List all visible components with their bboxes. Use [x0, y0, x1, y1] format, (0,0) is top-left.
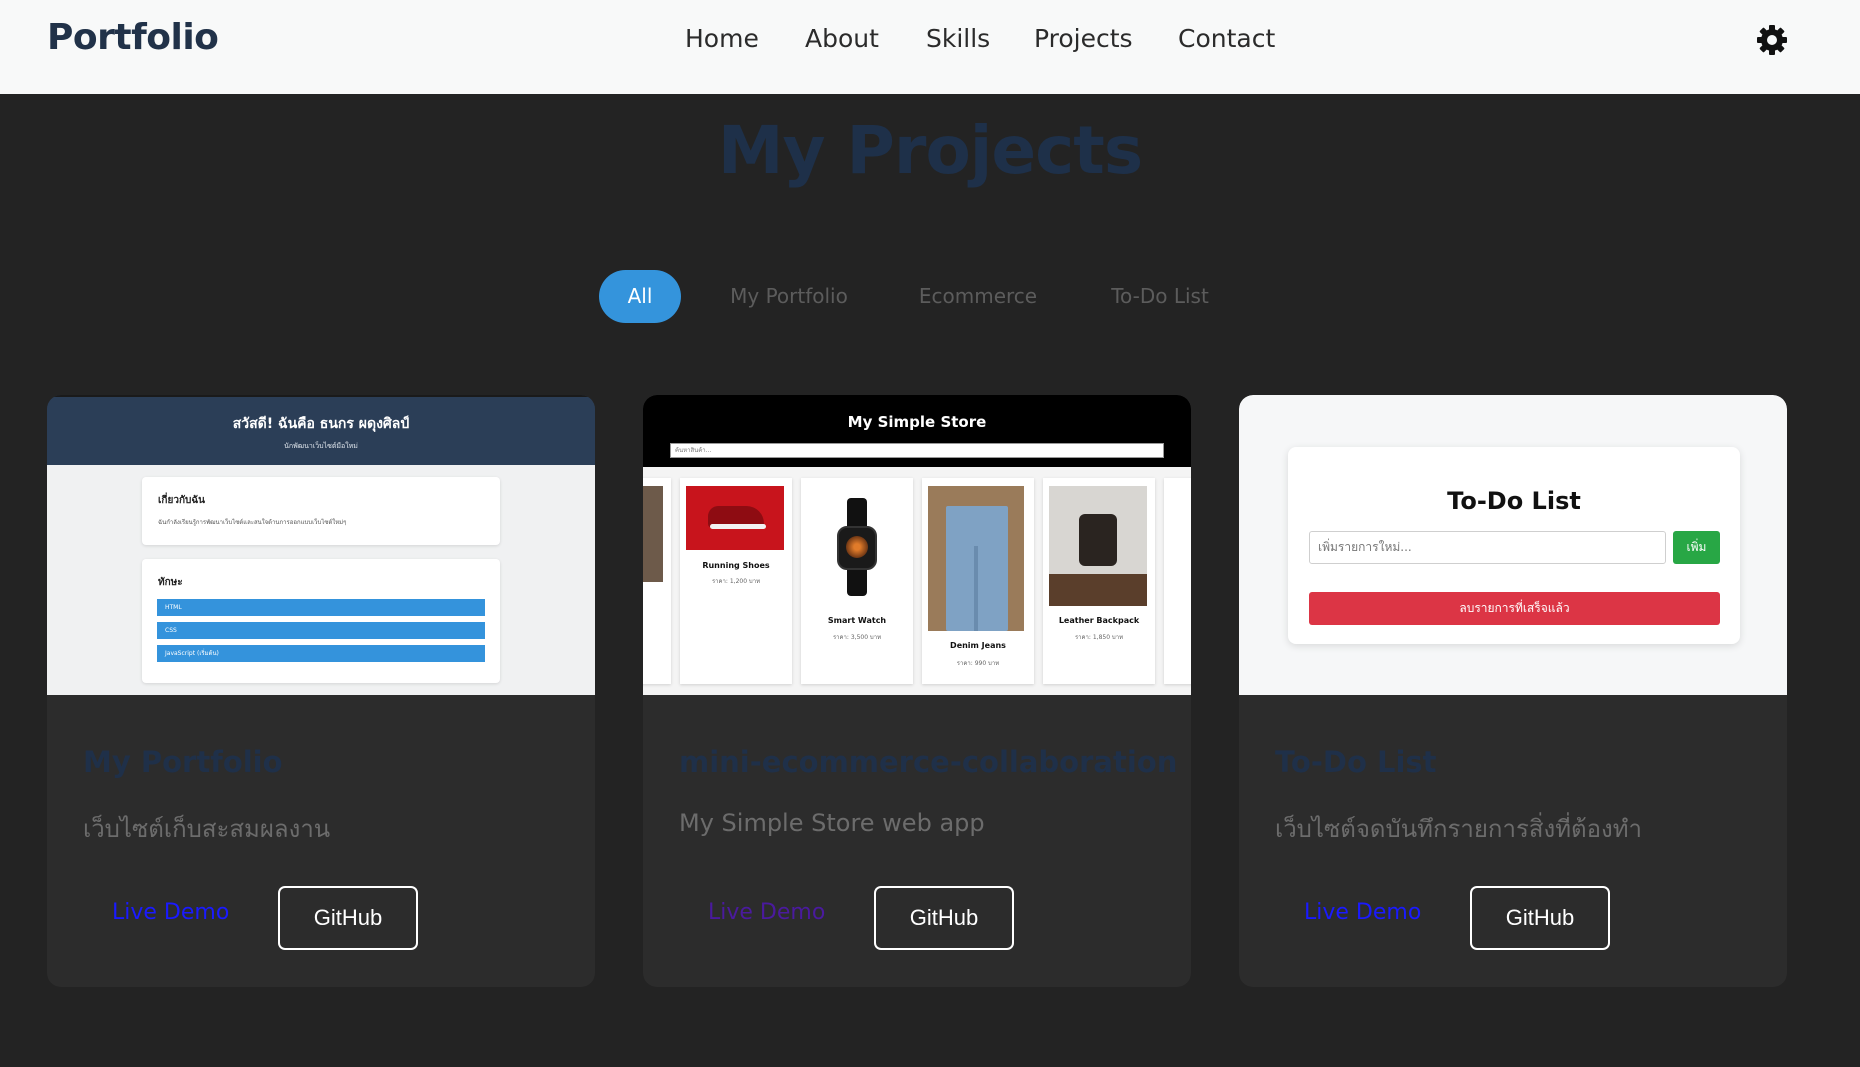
project-card-todo: To-Do List เพิ่มรายการใหม่... เพิ่ม ลบรา… — [1239, 395, 1787, 987]
product-image — [928, 486, 1024, 631]
github-button[interactable]: GitHub — [874, 886, 1014, 950]
preview-clear-button: ลบรายการที่เสร็จแล้ว — [1309, 592, 1720, 625]
brand-logo[interactable]: Portfolio — [47, 17, 219, 58]
project-title: mini-ecommerce-collaboration — [679, 745, 1178, 779]
project-card-ecommerce: My Simple Store ค้นหาสินค้า... Running S… — [643, 395, 1191, 987]
product-price: ราคา: 1,850 บาท — [1074, 634, 1124, 641]
preview-skill-bar: CSS — [157, 622, 485, 639]
nav-link-skills[interactable]: Skills — [926, 24, 990, 53]
preview-store-title: My Simple Store — [847, 413, 987, 431]
project-description: เว็บไซต์จดบันทึกรายการสิ่งที่ต้องทำ — [1275, 815, 1643, 843]
live-demo-link[interactable]: Live Demo — [1304, 900, 1421, 925]
filter-ecommerce-button[interactable]: Ecommerce — [914, 270, 1042, 323]
github-button[interactable]: GitHub — [1470, 886, 1610, 950]
preview-add-button: เพิ่ม — [1673, 531, 1720, 564]
preview-about-title: เกี่ยวกับฉัน — [158, 495, 205, 506]
filter-todo-button[interactable]: To-Do List — [1104, 270, 1216, 323]
preview-header: สวัสดี! ฉันคือ ธนกร ผดุงศิลป์ นักพัฒนาเว… — [47, 395, 595, 465]
live-demo-link[interactable]: Live Demo — [112, 900, 229, 925]
preview-skill-bar: JavaScript (เริ่มต้น) — [157, 645, 485, 662]
project-card-portfolio: สวัสดี! ฉันคือ ธนกร ผดุงศิลป์ นักพัฒนาเว… — [47, 395, 595, 987]
github-button[interactable]: GitHub — [278, 886, 418, 950]
product-price: ราคา: 3,500 บาท — [832, 634, 882, 641]
nav-link-about[interactable]: About — [805, 24, 879, 53]
preview-product-card: Leather Backpack ราคา: 1,850 บาท — [1043, 478, 1155, 684]
preview-product-card — [1164, 478, 1191, 684]
project-thumbnail: My Simple Store ค้นหาสินค้า... Running S… — [643, 395, 1191, 695]
page-title: My Projects — [717, 112, 1143, 189]
product-name: Leather Backpack — [1058, 616, 1140, 625]
project-description: My Simple Store web app — [679, 809, 985, 837]
preview-product-card: Smart Watch ราคา: 3,500 บาท — [801, 478, 913, 684]
gear-icon — [1757, 25, 1787, 55]
product-name: Denim Jeans — [950, 641, 1006, 650]
nav-link-contact[interactable]: Contact — [1178, 24, 1275, 53]
preview-product-grid: Running Shoes ราคา: 1,200 บาท Smart Watc… — [643, 467, 1191, 695]
live-demo-link[interactable]: Live Demo — [708, 900, 825, 925]
preview-todo-title: To-Do List — [1447, 487, 1581, 515]
product-image — [643, 486, 663, 582]
project-thumbnail: สวัสดี! ฉันคือ ธนกร ผดุงศิลป์ นักพัฒนาเว… — [47, 395, 595, 695]
preview-header: My Simple Store ค้นหาสินค้า... — [643, 395, 1191, 467]
preview-product-card: Denim Jeans ราคา: 990 บาท — [922, 478, 1034, 684]
nav-link-home[interactable]: Home — [685, 24, 759, 53]
preview-skills-title: ทักษะ — [158, 577, 183, 588]
navbar: Portfolio Home About Skills Projects Con… — [0, 0, 1860, 94]
product-image — [686, 486, 784, 550]
preview-product-card — [643, 478, 671, 684]
filter-all-button[interactable]: All — [599, 270, 681, 323]
preview-body: เกี่ยวกับฉัน ฉันกำลังเรียนรู้การพัฒนาเว็… — [47, 465, 595, 695]
preview-body: To-Do List เพิ่มรายการใหม่... เพิ่ม ลบรา… — [1239, 395, 1787, 695]
preview-about-text: ฉันกำลังเรียนรู้การพัฒนาเว็บไซต์และสนใจด… — [158, 519, 347, 526]
filter-portfolio-button[interactable]: My Portfolio — [722, 270, 856, 323]
preview-todo-input: เพิ่มรายการใหม่... — [1309, 531, 1666, 564]
nav-link-projects[interactable]: Projects — [1034, 24, 1133, 53]
preview-skills-box: ทักษะ HTML CSS JavaScript (เริ่มต้น) — [142, 559, 500, 683]
project-description: เว็บไซต์เก็บสะสมผลงาน — [83, 815, 331, 843]
product-image — [825, 498, 889, 596]
preview-todo-panel: To-Do List เพิ่มรายการใหม่... เพิ่ม ลบรา… — [1288, 447, 1740, 644]
product-name: Smart Watch — [827, 616, 887, 625]
product-price: ราคา: 1,200 บาท — [711, 578, 761, 585]
preview-about-box: เกี่ยวกับฉัน ฉันกำลังเรียนรู้การพัฒนาเว็… — [142, 477, 500, 545]
preview-skill-bar: HTML — [157, 599, 485, 616]
preview-header-title: สวัสดี! ฉันคือ ธนกร ผดุงศิลป์ — [232, 416, 410, 432]
product-name: Running Shoes — [702, 561, 770, 570]
preview-search-input: ค้นหาสินค้า... — [670, 443, 1164, 458]
project-title: To-Do List — [1275, 745, 1437, 779]
product-price: ราคา: 990 บาท — [956, 660, 1000, 667]
project-title: My Portfolio — [83, 745, 283, 779]
theme-toggle-button[interactable] — [1755, 23, 1789, 57]
product-image — [1049, 486, 1147, 606]
project-thumbnail: To-Do List เพิ่มรายการใหม่... เพิ่ม ลบรา… — [1239, 395, 1787, 695]
preview-product-card: Running Shoes ราคา: 1,200 บาท — [680, 478, 792, 684]
preview-header-subtitle: นักพัฒนาเว็บไซต์มือใหม่ — [284, 442, 358, 450]
